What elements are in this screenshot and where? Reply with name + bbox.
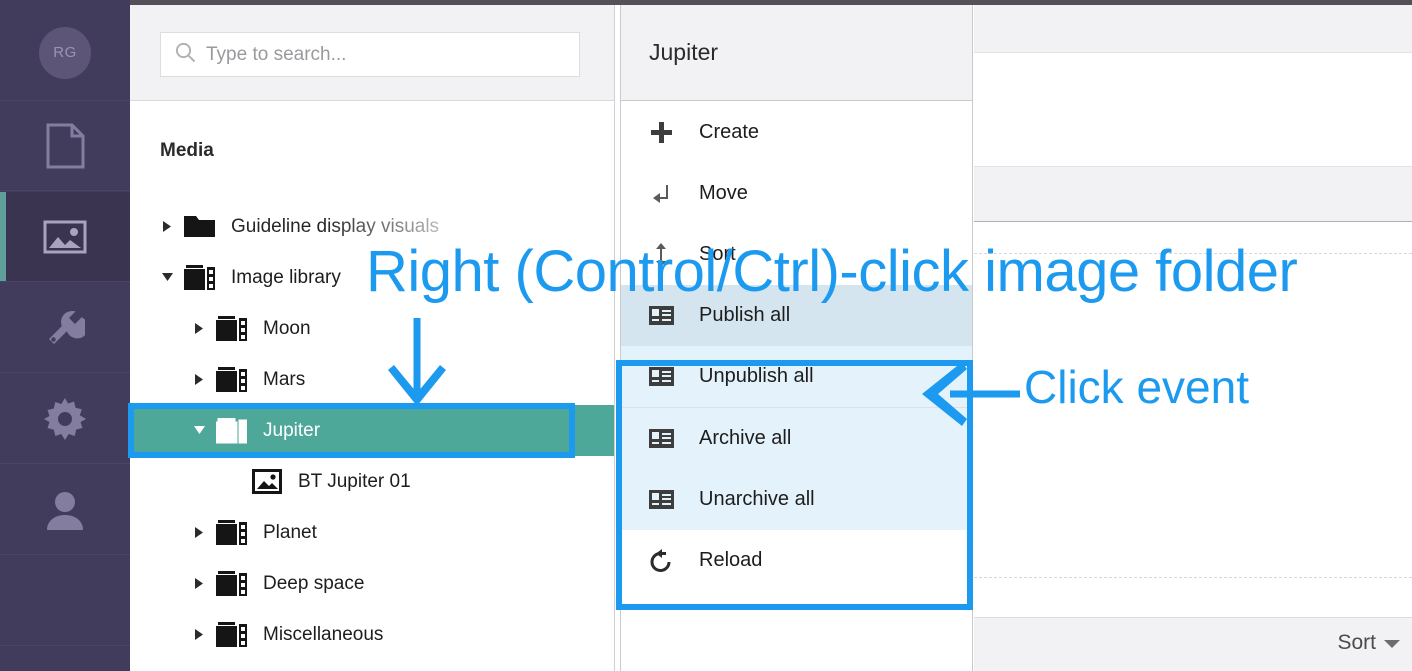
- primary-nav-rail: RG: [0, 0, 130, 671]
- content-subheader: [974, 166, 1412, 222]
- card-icon: [643, 367, 679, 386]
- menu-item-reload[interactable]: Reload: [621, 530, 972, 591]
- media-tree: Guideline display visuals Image library: [130, 201, 614, 660]
- menu-item-label: Sort: [699, 243, 736, 265]
- tree-item-label: Guideline display visuals: [231, 215, 440, 237]
- tree-search-bar: Type to search...: [130, 5, 614, 101]
- menu-item-label: Move: [699, 182, 748, 204]
- content-panel: Sort: [974, 5, 1412, 671]
- avatar[interactable]: RG: [39, 26, 91, 79]
- menu-item-move[interactable]: Move: [621, 163, 972, 224]
- tree-item-label: Miscellaneous: [263, 623, 384, 645]
- tree-item-miscellaneous[interactable]: Miscellaneous: [130, 609, 614, 660]
- tree-item-label: Deep space: [263, 572, 365, 594]
- tree-item-label: Jupiter: [263, 419, 321, 441]
- menu-item-label: Reload: [699, 549, 763, 571]
- media-folder-icon: [216, 315, 247, 342]
- card-icon: [643, 490, 679, 509]
- tree-item-guideline-display-visuals[interactable]: Guideline display visuals: [130, 201, 614, 252]
- chevron-right-icon[interactable]: [192, 629, 206, 640]
- media-folder-icon: [216, 570, 247, 597]
- folder-icon: [184, 214, 215, 239]
- card-icon: [643, 429, 679, 448]
- page-title: Media: [160, 140, 214, 161]
- search-placeholder: Type to search...: [206, 43, 347, 65]
- media-folder-icon: [216, 621, 247, 648]
- tree-item-jupiter[interactable]: Jupiter: [130, 405, 614, 456]
- rail-avatar-cell[interactable]: RG: [0, 5, 130, 101]
- tree-item-image-library[interactable]: Image library: [130, 252, 614, 303]
- tree-item-label: Mars: [263, 368, 306, 390]
- menu-item-label: Unarchive all: [699, 488, 815, 510]
- menu-item-label: Publish all: [699, 304, 791, 326]
- tree-item-moon[interactable]: Moon: [130, 303, 614, 354]
- tree-item-deep-space[interactable]: Deep space: [130, 558, 614, 609]
- chevron-down-icon[interactable]: [160, 273, 174, 282]
- sort-updown-icon: [643, 242, 679, 267]
- plus-icon: [643, 122, 679, 143]
- content-toolbar: [974, 5, 1412, 53]
- chevron-right-icon[interactable]: [192, 527, 206, 538]
- media-folder-icon: [184, 264, 215, 291]
- rail-item-spacer: [0, 556, 130, 646]
- context-menu-items: Create Move Sort Publish all Unpublish a…: [621, 102, 972, 591]
- wrench-icon: [45, 308, 85, 348]
- tree-item-planet[interactable]: Planet: [130, 507, 614, 558]
- rail-item-tools[interactable]: [0, 283, 130, 373]
- menu-item-archive-all[interactable]: Archive all: [621, 408, 972, 469]
- context-menu-panel: Jupiter Create Move Sort Publish all Unp…: [620, 5, 973, 671]
- menu-item-label: Unpublish all: [699, 365, 814, 387]
- menu-item-create[interactable]: Create: [621, 102, 972, 163]
- tree-item-label: BT Jupiter 01: [298, 470, 411, 492]
- content-header-area: [974, 54, 1412, 166]
- tree-item-label: Planet: [263, 521, 317, 543]
- tree-item-label: Moon: [263, 317, 311, 339]
- chevron-right-icon[interactable]: [160, 221, 174, 232]
- gear-icon: [44, 397, 86, 440]
- chevron-down-icon[interactable]: [192, 426, 206, 435]
- content-divider-top: [974, 253, 1412, 254]
- chevron-right-icon[interactable]: [192, 578, 206, 589]
- search-icon: [175, 42, 196, 68]
- image-icon: [43, 220, 87, 254]
- app-window: RG Type to search... Media Guideline dis…: [0, 0, 1412, 671]
- media-folder-icon: [216, 417, 247, 444]
- menu-item-unpublish-all[interactable]: Unpublish all: [621, 346, 972, 407]
- reload-icon: [643, 549, 679, 572]
- content-divider-bottom: [974, 577, 1412, 578]
- person-icon: [44, 490, 86, 530]
- caret-down-icon[interactable]: [1384, 631, 1400, 655]
- sort-label: Sort: [1337, 631, 1376, 654]
- menu-item-sort[interactable]: Sort: [621, 224, 972, 285]
- tree-item-label: Image library: [231, 266, 341, 288]
- chevron-right-icon[interactable]: [192, 374, 206, 385]
- rail-item-user[interactable]: [0, 465, 130, 555]
- search-input[interactable]: Type to search...: [160, 32, 580, 77]
- rail-item-settings[interactable]: [0, 374, 130, 464]
- document-icon: [45, 123, 85, 169]
- context-menu-header: Jupiter: [621, 5, 972, 101]
- tree-item-mars[interactable]: Mars: [130, 354, 614, 405]
- media-tree-panel: Type to search... Media Guideline displa…: [130, 5, 615, 671]
- move-arrow-icon: [643, 184, 679, 204]
- card-icon: [643, 306, 679, 325]
- menu-item-label: Create: [699, 121, 760, 143]
- image-file-icon: [252, 469, 282, 494]
- rail-item-documents[interactable]: [0, 101, 130, 191]
- media-folder-icon: [216, 519, 247, 546]
- media-folder-icon: [216, 366, 247, 393]
- rail-item-media[interactable]: [0, 192, 130, 282]
- chevron-right-icon[interactable]: [192, 323, 206, 334]
- menu-item-unarchive-all[interactable]: Unarchive all: [621, 469, 972, 530]
- menu-item-publish-all[interactable]: Publish all: [621, 285, 972, 346]
- tree-item-bt-jupiter-01[interactable]: BT Jupiter 01: [130, 456, 614, 507]
- sort-control[interactable]: Sort: [1337, 631, 1400, 655]
- menu-item-label: Archive all: [699, 427, 792, 449]
- context-menu-title: Jupiter: [649, 39, 719, 65]
